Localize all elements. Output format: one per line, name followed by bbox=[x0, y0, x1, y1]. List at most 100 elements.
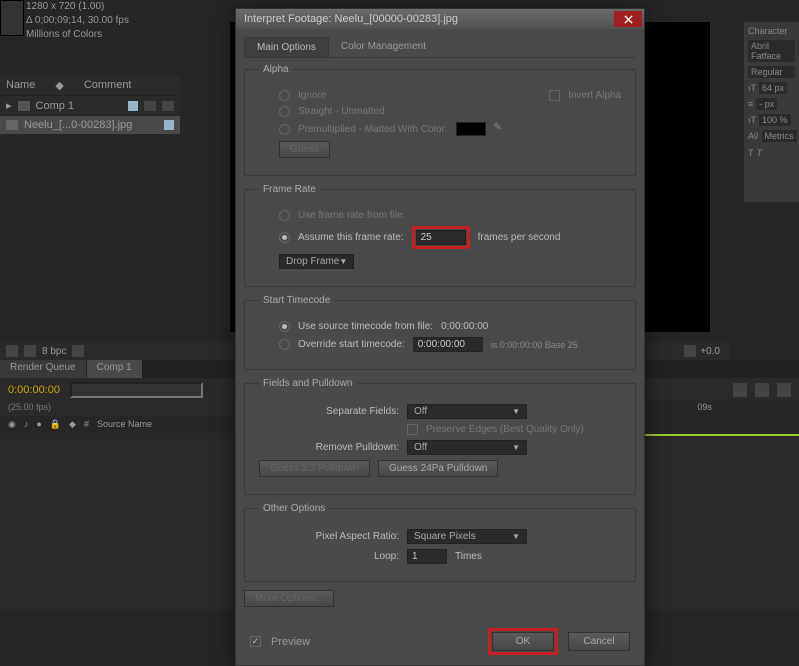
override-tc-input[interactable] bbox=[413, 337, 483, 352]
label-assume-fps: Assume this frame rate: bbox=[298, 232, 404, 243]
radio-ignore bbox=[279, 90, 290, 101]
label-color[interactable] bbox=[128, 101, 138, 111]
eyedropper-icon: ✎ bbox=[494, 122, 508, 136]
project-row-footage[interactable]: Neelu_[...0-00283].jpg bbox=[0, 115, 180, 134]
start-tc-legend: Start Timecode bbox=[259, 295, 334, 306]
scale-icon: ıT bbox=[748, 115, 756, 125]
more-options-button: More Options... bbox=[244, 590, 334, 607]
bpc-label[interactable]: 8 bpc bbox=[42, 346, 66, 357]
alpha-group: Alpha Ignore Invert Alpha Straight - Unm… bbox=[244, 64, 636, 176]
fps-note: (25.00 fps) bbox=[8, 402, 51, 412]
par-value: Square Pixels bbox=[414, 531, 476, 542]
other-legend: Other Options bbox=[259, 503, 329, 514]
font-size[interactable]: 64 px bbox=[759, 82, 787, 94]
character-panel: Character Abril Fatface Regular ıT64 px … bbox=[744, 22, 799, 202]
dialog-titlebar[interactable]: Interpret Footage: Neelu_[00000-00283].j… bbox=[236, 9, 644, 29]
exposure-value[interactable]: +0.0 bbox=[700, 346, 720, 357]
ok-highlight: OK bbox=[488, 628, 558, 655]
close-button[interactable] bbox=[614, 11, 642, 27]
type-size-icon: ıT bbox=[748, 83, 756, 93]
label-premult: Premultiplied - Matted With Color: bbox=[298, 124, 448, 135]
chk-invert-alpha bbox=[549, 90, 560, 101]
label-straight: Straight - Unmatted bbox=[298, 106, 385, 117]
label-color[interactable] bbox=[164, 120, 174, 130]
radio-assume-fps[interactable] bbox=[279, 232, 290, 243]
alpha-legend: Alpha bbox=[259, 64, 293, 75]
font-family[interactable]: Abril Fatface bbox=[748, 40, 795, 62]
cancel-button[interactable]: Cancel bbox=[568, 632, 630, 651]
dialog-footer: Preview OK Cancel bbox=[236, 620, 644, 665]
bold-icon[interactable]: T bbox=[748, 148, 754, 158]
frame-rate-group: Frame Rate Use frame rate from file: Ass… bbox=[244, 184, 636, 287]
project-footer: 8 bpc bbox=[0, 342, 230, 360]
radio-use-file-fps bbox=[279, 210, 290, 221]
metrics-icon: Aṽ bbox=[748, 131, 759, 141]
fields-legend: Fields and Pulldown bbox=[259, 378, 357, 389]
footage-name: Neelu_[...0-00283].jpg bbox=[24, 119, 132, 131]
par-select[interactable]: Square Pixels ▼ bbox=[407, 529, 527, 544]
folder-icon[interactable] bbox=[162, 101, 174, 111]
tab-render-queue[interactable]: Render Queue bbox=[0, 360, 87, 378]
tab-color-management[interactable]: Color Management bbox=[329, 37, 438, 57]
label-fps-unit: frames per second bbox=[478, 232, 561, 243]
other-options-group: Other Options Pixel Aspect Ratio: Square… bbox=[244, 503, 636, 582]
label-ignore: Ignore bbox=[298, 90, 326, 101]
radio-override-tc[interactable] bbox=[279, 339, 290, 350]
solo-icon[interactable]: ● bbox=[36, 419, 41, 430]
folder-icon[interactable] bbox=[24, 345, 36, 357]
tab-comp[interactable]: Comp 1 bbox=[87, 360, 143, 378]
lock-icon[interactable]: 🔒 bbox=[50, 419, 61, 430]
label-separate-fields: Separate Fields: bbox=[259, 406, 399, 417]
label-remove-pulldown: Remove Pulldown: bbox=[259, 442, 399, 453]
source-tc-value: 0:00:00:00 bbox=[441, 321, 488, 332]
separate-fields-select[interactable]: Off ▼ bbox=[407, 404, 527, 419]
blur-icon[interactable] bbox=[755, 383, 769, 397]
chk-preview[interactable] bbox=[250, 636, 261, 647]
chevron-down-icon: ▼ bbox=[512, 443, 520, 452]
label-override-tc: Override start timecode: bbox=[298, 339, 405, 350]
col-name[interactable]: Name bbox=[6, 79, 35, 92]
dialog-title: Interpret Footage: Neelu_[00000-00283].j… bbox=[244, 13, 458, 25]
label-invert-alpha: Invert Alpha bbox=[568, 90, 621, 101]
drop-frame-select: Drop Frame ▼ bbox=[279, 254, 354, 269]
remove-pulldown-select[interactable]: Off ▼ bbox=[407, 440, 527, 455]
project-row-comp[interactable]: ▸ Comp 1 bbox=[0, 95, 180, 115]
kerning-icon: ≡ bbox=[748, 99, 753, 109]
source-name-col[interactable]: Source Name bbox=[97, 419, 152, 430]
label-icon[interactable]: ◆ bbox=[69, 419, 76, 430]
current-time[interactable]: 0:00:00:00 bbox=[8, 384, 60, 396]
radio-premult bbox=[279, 124, 290, 135]
shy-icon[interactable] bbox=[733, 383, 747, 397]
remove-pulldown-value: Off bbox=[414, 442, 427, 453]
italic-icon[interactable]: T bbox=[757, 148, 763, 158]
chevron-down-icon: ▼ bbox=[339, 257, 347, 266]
chevron-down-icon: ▼ bbox=[512, 407, 520, 416]
chevron-down-icon: ▼ bbox=[512, 532, 520, 541]
vert-scale[interactable]: 100 % bbox=[759, 114, 791, 126]
loop-input[interactable] bbox=[407, 549, 447, 564]
radio-straight bbox=[279, 106, 290, 117]
font-weight[interactable]: Regular bbox=[748, 66, 795, 78]
fps-input[interactable] bbox=[416, 230, 466, 245]
folder-icon[interactable] bbox=[144, 101, 156, 111]
matte-color-swatch bbox=[456, 122, 486, 136]
label-icon[interactable]: ◆ bbox=[55, 79, 63, 92]
metrics[interactable]: Metrics bbox=[762, 130, 797, 142]
radio-use-source-tc[interactable] bbox=[279, 321, 290, 332]
exposure-icon[interactable] bbox=[684, 345, 696, 357]
expand-icon[interactable]: ▸ bbox=[6, 99, 12, 112]
timeline-search[interactable] bbox=[70, 382, 203, 398]
guess-32-button: Guess 3:2 Pulldown bbox=[259, 460, 370, 477]
col-comment[interactable]: Comment bbox=[84, 79, 132, 92]
fps-highlight bbox=[412, 226, 470, 249]
eye-icon[interactable]: ◉ bbox=[8, 419, 16, 430]
interpret-icon[interactable] bbox=[6, 345, 18, 357]
guess-24pa-button[interactable]: Guess 24Pa Pulldown bbox=[378, 460, 498, 477]
kerning[interactable]: - px bbox=[756, 98, 777, 110]
ok-button[interactable]: OK bbox=[492, 632, 554, 651]
graph-icon[interactable] bbox=[777, 383, 791, 397]
hash-icon: # bbox=[84, 419, 89, 430]
audio-icon[interactable]: ♪ bbox=[24, 419, 29, 430]
tab-main-options[interactable]: Main Options bbox=[244, 37, 329, 57]
trash-icon[interactable] bbox=[72, 345, 84, 357]
